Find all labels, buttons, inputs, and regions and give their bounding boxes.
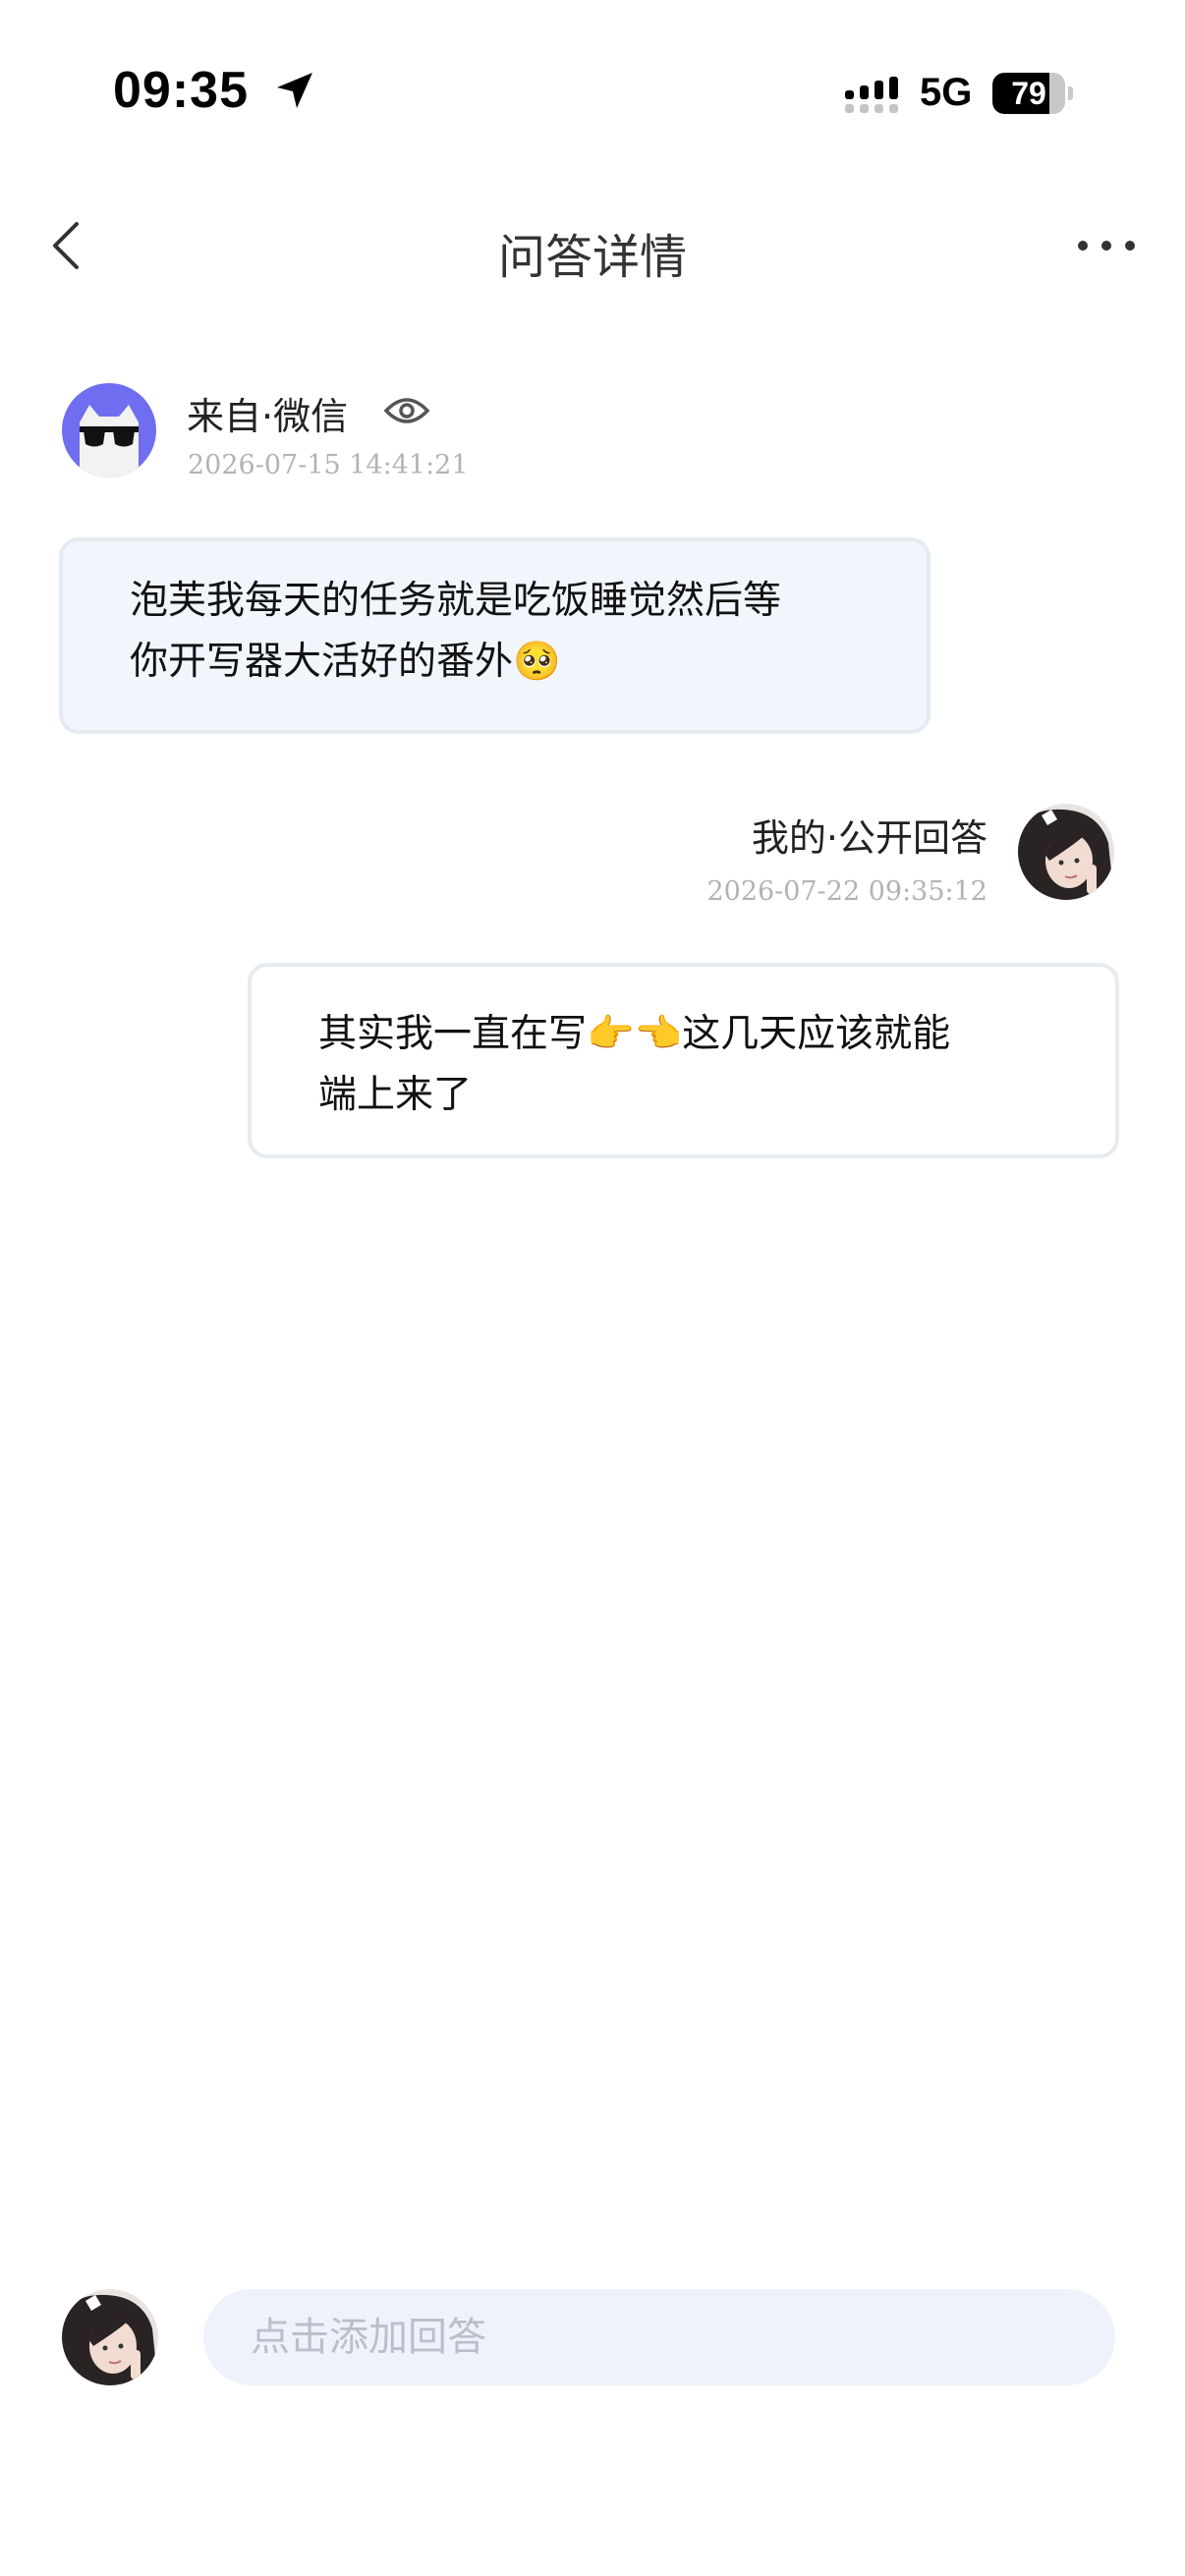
battery-level: 79 — [1011, 76, 1046, 111]
asker-avatar[interactable] — [62, 383, 156, 477]
answer-bubble: 其实我一直在写👉👈这几天应该就能 端上来了 — [248, 963, 1119, 1158]
page-title: 问答详情 — [497, 230, 687, 285]
location-arrow-icon — [273, 69, 316, 112]
user-photo-avatar — [1018, 804, 1114, 900]
sunglasses-cat-avatar — [62, 383, 156, 477]
composer-avatar[interactable] — [62, 2289, 158, 2385]
battery-icon: 79 — [992, 73, 1073, 114]
more-button[interactable] — [1071, 226, 1142, 265]
network-type: 5G — [920, 71, 973, 114]
question-source: 来自·微信 — [187, 395, 349, 438]
answer-text-line: 端上来了 — [318, 1073, 473, 1117]
answer-label: 我的·公开回答 — [751, 816, 988, 860]
nav-bar: 问答详情 — [0, 196, 1185, 295]
question-text-line: 泡芙我每天的任务就是吃饭睡觉然后等 — [130, 579, 782, 623]
add-answer-input[interactable]: 点击添加回答 — [203, 2289, 1115, 2385]
question-timestamp: 2026-07-15 14:41:21 — [188, 450, 469, 480]
user-photo-avatar — [62, 2289, 158, 2385]
eye-icon[interactable] — [383, 391, 430, 430]
answer-timestamp: 2026-07-22 09:35:12 — [706, 876, 988, 907]
question-text-line: 你开写器大活好的番外🥺 — [130, 640, 561, 684]
question-bubble: 泡芙我每天的任务就是吃饭睡觉然后等 你开写器大活好的番外🥺 — [59, 537, 931, 734]
more-dots-icon — [1078, 241, 1135, 251]
status-bar: 09:35 5G 79 — [0, 0, 1185, 196]
answer-text-line: 其实我一直在写👉👈这几天应该就能 — [318, 1012, 951, 1056]
status-time: 09:35 — [113, 62, 249, 119]
signal-bars-icon — [843, 77, 902, 116]
answerer-avatar[interactable] — [1018, 804, 1114, 900]
